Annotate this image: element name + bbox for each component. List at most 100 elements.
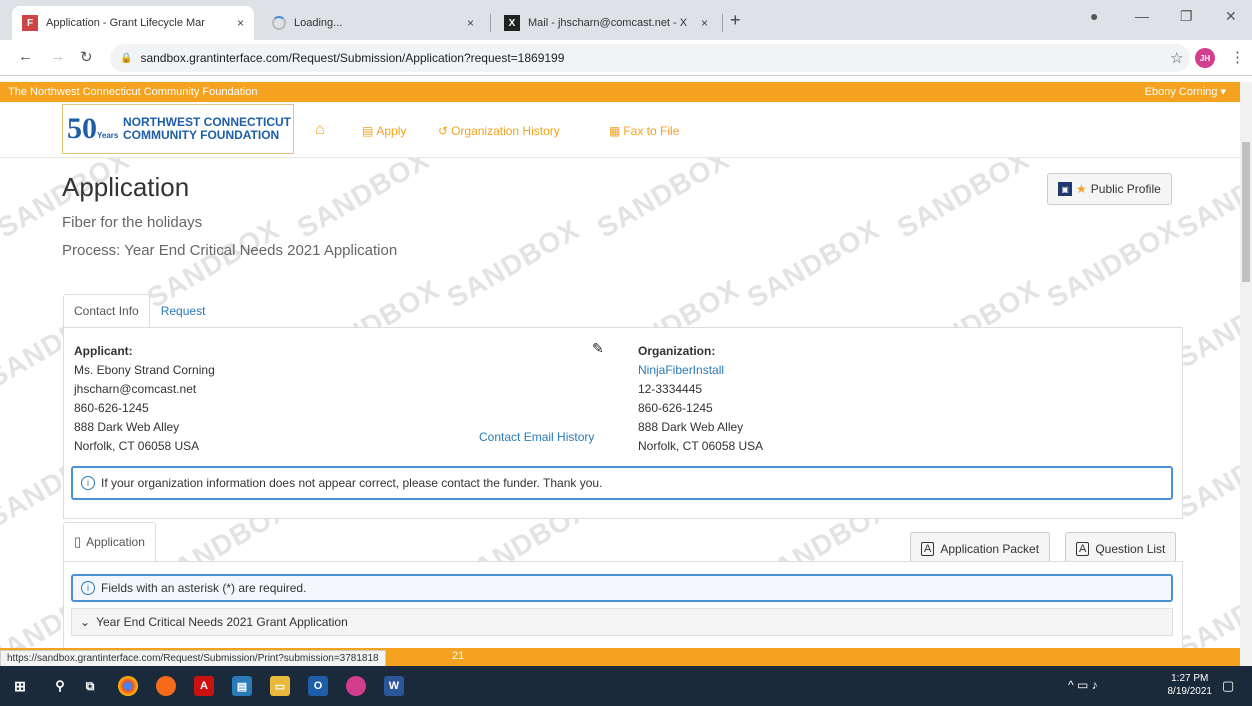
window-close-icon[interactable]: ✕ [1225, 8, 1237, 25]
system-tray-icons[interactable]: ^ ▭ ♪ [1068, 678, 1098, 692]
chevron-down-icon: ⌄ [80, 615, 91, 629]
grant-application-section-toggle[interactable]: ⌄ Year End Critical Needs 2021 Grant App… [71, 608, 1173, 636]
info-icon: i [81, 476, 95, 490]
search-icon[interactable]: ⚲ [50, 676, 70, 696]
clock-time: 1:27 PM [1171, 673, 1209, 684]
contact-tabs: Contact Info Request [63, 294, 216, 328]
tab-title: Mail - jhscharn@comcast.net - X [528, 17, 688, 29]
logo-line-2: COMMUNITY FOUNDATION [123, 128, 280, 142]
edit-pencil-icon[interactable]: ✎ [592, 340, 604, 357]
scrollbar-thumb[interactable] [1242, 142, 1250, 282]
organization-phone: 860-626-1245 [638, 401, 713, 415]
tab-separator [490, 14, 491, 32]
home-icon[interactable]: ⌂ [315, 121, 325, 139]
application-packet-label: Application Packet [940, 542, 1040, 556]
nav-fax-to-file[interactable]: ▦ Fax to File [609, 124, 679, 138]
main-content: SANDBOX SANDBOX SANDBOX SANDBOX SANDBOX … [0, 158, 1240, 648]
outlook-card-icon[interactable]: ▤ [232, 676, 252, 696]
minimize-icon[interactable]: — [1135, 8, 1149, 24]
applicant-email: jhscharn@comcast.net [74, 382, 197, 396]
back-arrow-icon[interactable]: ← [18, 48, 33, 65]
logo-years: Years [97, 131, 119, 140]
address-bar[interactable]: 🔒 sandbox.grantinterface.com/Request/Sub… [110, 44, 1190, 72]
question-list-label: Question List [1095, 542, 1166, 556]
browser-tab-bar: F Application - Grant Lifecycle Mar × Lo… [0, 0, 1252, 40]
file-explorer-icon[interactable]: ▭ [270, 676, 290, 696]
logo-fifty-years: 50Years [67, 112, 123, 146]
organization-label: Organization: [638, 344, 716, 358]
site-favicon-icon: F [22, 15, 38, 31]
foundation-logo[interactable]: 50Years NORTHWEST CONNECTICUT COMMUNITY … [62, 104, 294, 154]
organization-address-2: Norfolk, CT 06058 USA [638, 439, 764, 453]
foundation-name: The Northwest Connecticut Community Foun… [8, 86, 258, 98]
profile-avatar[interactable]: JH [1195, 48, 1215, 68]
organization-address-1: 888 Dark Web Alley [638, 420, 744, 434]
nav-organization-history[interactable]: ↺ Organization History [438, 124, 560, 138]
watermark: SANDBOX [1041, 213, 1185, 314]
tab-mail[interactable]: X Mail - jhscharn@comcast.net - X × [494, 6, 718, 40]
browser-profile-icon[interactable]: ● [1090, 8, 1098, 24]
public-profile-label: Public Profile [1090, 182, 1161, 196]
page-scrollbar[interactable] [1240, 82, 1252, 666]
notification-icon[interactable]: ▢ [1222, 678, 1234, 694]
history-icon: ↺ [438, 124, 449, 138]
request-name: Fiber for the holidays [62, 214, 203, 231]
org-info-message: If your organization information does no… [101, 476, 603, 490]
word-icon[interactable]: W [384, 676, 404, 696]
organization-name-link[interactable]: NinjaFiberInstall [638, 361, 763, 380]
foundation-top-bar: The Northwest Connecticut Community Foun… [0, 82, 1240, 102]
required-fields-alert: i Fields with an asterisk (*) are requir… [71, 574, 1173, 602]
applicant-name: Ms. Ebony Strand Corning [74, 363, 215, 377]
applicant-address-2: Norfolk, CT 06058 USA [74, 439, 200, 453]
public-profile-button[interactable]: ▣ ★ Public Profile [1047, 173, 1172, 205]
close-icon[interactable]: × [237, 16, 244, 30]
nav-fax-label: Fax to File [623, 124, 680, 138]
tab-application[interactable]: F Application - Grant Lifecycle Mar × [12, 6, 254, 40]
clock[interactable]: 1:27 PM 8/19/2021 [1168, 672, 1213, 698]
info-icon: i [81, 581, 95, 595]
bookmark-star-icon[interactable]: ☆ [1170, 49, 1183, 67]
tab-request[interactable]: Request [150, 294, 217, 328]
outlook-icon[interactable]: O [308, 676, 328, 696]
close-icon[interactable]: × [701, 16, 708, 30]
forward-arrow-icon[interactable]: → [50, 48, 65, 65]
logo-fifty: 50 [67, 112, 97, 145]
address-bar-row: ← → ↻ 🔒 sandbox.grantinterface.com/Reque… [0, 40, 1252, 76]
loading-spinner-icon [272, 16, 286, 30]
tab-application-label: Application [86, 535, 145, 549]
windows-start-icon[interactable]: ⊞ [10, 676, 30, 696]
tab-contact-info[interactable]: Contact Info [63, 294, 150, 328]
watermark: SANDBOX [441, 213, 585, 314]
windows-taskbar: ⊞ ⚲ ⧉ A ▤ ▭ O W ^ ▭ ♪ 1:27 PM 8/19/2021 … [0, 666, 1252, 706]
clock-date: 8/19/2021 [1167, 686, 1213, 697]
required-fields-message: Fields with an asterisk (*) are required… [101, 581, 307, 595]
grant-application-section-label: Year End Critical Needs 2021 Grant Appli… [96, 615, 348, 629]
acrobat-icon[interactable]: A [194, 676, 214, 696]
applicant-block: Applicant: Ms. Ebony Strand Corning jhsc… [74, 342, 215, 456]
contact-email-history-link[interactable]: Contact Email History [479, 430, 594, 444]
reload-icon[interactable]: ↻ [80, 48, 93, 66]
contact-info-panel: Applicant: Ms. Ebony Strand Corning jhsc… [63, 327, 1183, 519]
new-tab-button[interactable]: + [730, 10, 741, 31]
organization-block: Organization: NinjaFiberInstall 12-33344… [638, 342, 763, 456]
applicant-label: Applicant: [74, 344, 133, 358]
browser-menu-icon[interactable]: ⋮ [1230, 48, 1245, 66]
tab-separator [722, 14, 723, 32]
user-menu[interactable]: Ebony Corning ▾ [1145, 82, 1226, 102]
tab-title: Loading... [294, 17, 343, 29]
tab-loading[interactable]: Loading... × [262, 6, 484, 40]
chrome-icon[interactable] [118, 676, 138, 696]
firefox-icon[interactable] [156, 676, 176, 696]
mail-x-icon: X [504, 15, 520, 31]
tab-title: Application - Grant Lifecycle Mar [46, 17, 205, 29]
close-icon[interactable]: × [467, 16, 474, 30]
task-view-icon[interactable]: ⧉ [80, 676, 100, 696]
nav-apply[interactable]: ▤ Apply [362, 124, 406, 138]
application-tabs: ▯ Application [63, 522, 156, 562]
star-icon: ★ [1076, 182, 1087, 196]
chrome-profile-icon[interactable] [346, 676, 366, 696]
restore-icon[interactable]: ❐ [1180, 8, 1193, 25]
watermark: SANDBOX [891, 158, 1035, 244]
profile-card-icon: ▣ [1058, 182, 1072, 196]
tab-application[interactable]: ▯ Application [63, 522, 156, 562]
